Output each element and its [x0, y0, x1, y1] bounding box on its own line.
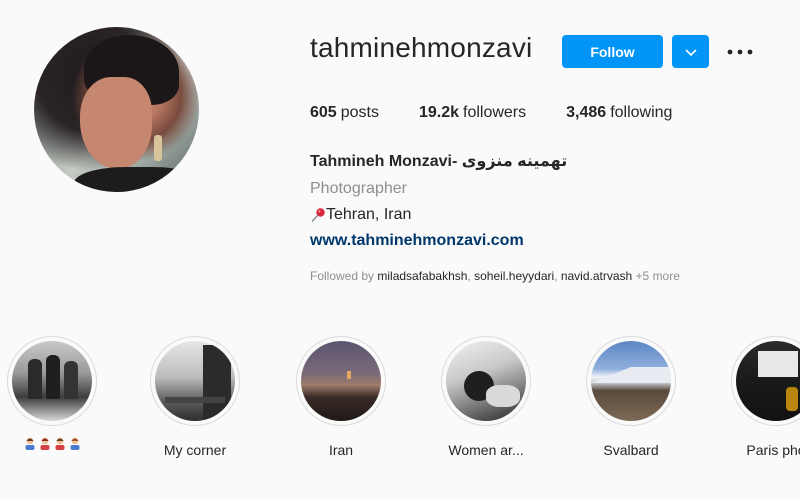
- highlight-cover[interactable]: [150, 336, 240, 426]
- highlight-cover[interactable]: [586, 336, 676, 426]
- followed-by-more[interactable]: +5 more: [636, 269, 680, 283]
- more-options-button[interactable]: [726, 40, 754, 64]
- suggested-accounts-dropdown-button[interactable]: [672, 35, 709, 68]
- follower-username[interactable]: soheil.heyydari: [474, 269, 554, 283]
- highlight-item[interactable]: Iran: [296, 336, 386, 458]
- avatar-earring: [154, 135, 162, 161]
- more-dots-icon: [727, 49, 753, 55]
- highlight-cover[interactable]: [731, 336, 800, 426]
- profile-avatar[interactable]: [34, 27, 199, 192]
- highlight-image: [736, 341, 800, 421]
- posts-stat: 605 posts: [310, 104, 379, 122]
- highlight-label: Paris pho: [746, 442, 800, 458]
- followed-by-prefix: Followed by: [310, 269, 375, 283]
- highlight-item[interactable]: Paris pho: [731, 336, 800, 458]
- following-count: 3,486: [566, 104, 607, 121]
- followers-label: followers: [463, 104, 527, 121]
- posts-label: posts: [340, 104, 379, 121]
- profile-stats: 605 posts 19.2k followers 3,486 following: [310, 104, 712, 122]
- profile-website-link[interactable]: www.tahminehmonzavi.com: [310, 232, 524, 250]
- avatar-face: [80, 77, 152, 169]
- location-text: Tehran, Iran: [326, 206, 412, 223]
- follower-username[interactable]: miladsafabakhsh: [377, 269, 467, 283]
- highlight-label: Women ar...: [448, 442, 524, 458]
- followers-stat[interactable]: 19.2k followers: [419, 104, 526, 122]
- highlight-image: [446, 341, 526, 421]
- highlight-cover[interactable]: [441, 336, 531, 426]
- profile-location: Tehran, Iran: [310, 206, 411, 224]
- profile-username: tahminehmonzavi: [310, 32, 533, 63]
- highlight-image: [155, 341, 235, 421]
- highlight-item[interactable]: Women ar...: [441, 336, 531, 458]
- avatar-shirt: [74, 167, 199, 192]
- highlight-label: My corner: [163, 442, 227, 458]
- profile-full-name: Tahmineh Monzavi- تهمینه منزوی: [310, 153, 568, 170]
- woman-emoji-icon: [70, 437, 79, 450]
- highlight-item[interactable]: [7, 336, 97, 450]
- posts-count: 605: [310, 104, 337, 121]
- highlight-label: Svalbard: [603, 442, 659, 458]
- follow-button[interactable]: Follow: [562, 35, 663, 68]
- woman-emoji-icon: [25, 437, 34, 450]
- highlight-cover[interactable]: [7, 336, 97, 426]
- highlight-item[interactable]: My corner: [150, 336, 240, 458]
- following-stat[interactable]: 3,486 following: [566, 104, 672, 122]
- woman-emoji-icon: [55, 437, 64, 450]
- highlight-image: [301, 341, 381, 421]
- followers-count: 19.2k: [418, 104, 459, 121]
- follower-username[interactable]: navid.atrvash: [561, 269, 632, 283]
- following-label: following: [610, 104, 673, 121]
- profile-category: Photographer: [310, 180, 407, 197]
- highlight-label: Iran: [328, 442, 354, 458]
- chevron-down-icon: [684, 48, 697, 56]
- followed-by[interactable]: Followed by miladsafabakhsh, soheil.heyy…: [310, 269, 680, 283]
- highlight-cover[interactable]: [296, 336, 386, 426]
- highlight-image: [591, 341, 671, 421]
- women-emoji-row: [7, 436, 97, 450]
- highlight-item[interactable]: Svalbard: [586, 336, 676, 458]
- highlight-image: [12, 341, 92, 421]
- pushpin-icon: [311, 208, 325, 222]
- woman-emoji-icon: [40, 437, 49, 450]
